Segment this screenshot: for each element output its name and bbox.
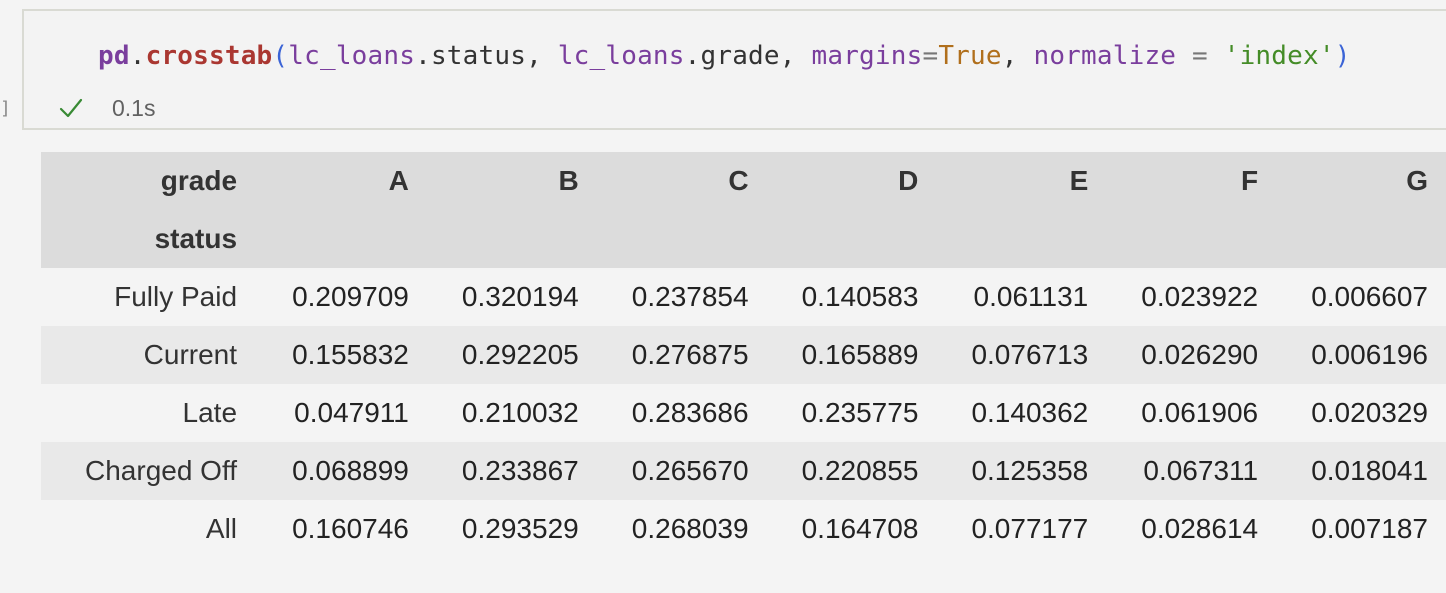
- table-cell: 0.160746: [292, 513, 409, 544]
- table-cell: 0.018041: [1311, 455, 1428, 486]
- table-cell: 0.210032: [461, 397, 579, 428]
- row-index-label: Charged Off: [85, 455, 238, 486]
- table-cell: 0.061131: [973, 281, 1089, 312]
- table-cell: 0.028614: [1141, 513, 1259, 544]
- table-cell: 0.007187: [1311, 513, 1428, 544]
- table-cell: 0.265670: [631, 455, 749, 486]
- table-cell: 0.293529: [461, 513, 579, 544]
- table-row: Late 0.047911 0.210032 0.283686 0.235775…: [41, 384, 1446, 442]
- table-cell: 0.067311: [1143, 455, 1259, 486]
- header-blank-cell: [257, 210, 427, 268]
- table-row: Fully Paid 0.209709 0.320194 0.237854 0.…: [41, 268, 1446, 326]
- table-cell: 0.283686: [631, 397, 749, 428]
- header-blank-cell: [1106, 210, 1276, 268]
- row-index-label: Late: [182, 397, 238, 428]
- table-cell: 0.140583: [801, 281, 919, 312]
- code-token-attribute: status: [430, 41, 527, 71]
- column-header: C: [728, 165, 749, 196]
- code-token-function: crosstab: [145, 41, 273, 71]
- row-index-label: Current: [143, 339, 238, 370]
- table-cell: 0.235775: [801, 397, 919, 428]
- row-index-label: All: [205, 513, 238, 544]
- execution-time: 0.1s: [112, 94, 156, 121]
- code-token-keyword-arg: margins: [811, 41, 923, 71]
- checkmark-icon: [59, 98, 83, 118]
- table-row: Charged Off 0.068899 0.233867 0.265670 0…: [41, 442, 1446, 500]
- column-header: B: [558, 165, 579, 196]
- column-header: F: [1240, 165, 1259, 196]
- execution-status: 0.1s: [58, 93, 155, 123]
- table-cell: 0.276875: [631, 339, 749, 370]
- code-token-dot: .: [129, 41, 146, 71]
- header-blank-cell: [936, 210, 1106, 268]
- table-row: All 0.160746 0.293529 0.268039 0.164708 …: [41, 500, 1446, 558]
- header-blank-cell: [597, 210, 767, 268]
- code-token-close-paren: ): [1334, 41, 1351, 71]
- table-cell: 0.125358: [971, 455, 1089, 486]
- table-body: Fully Paid 0.209709 0.320194 0.237854 0.…: [41, 268, 1446, 558]
- code-token-open-paren: (: [272, 41, 289, 71]
- header-blank-cell: [427, 210, 597, 268]
- table-cell: 0.047911: [294, 397, 409, 428]
- code-token-module: pd: [98, 41, 130, 71]
- code-token-equals: =: [922, 41, 939, 71]
- table-cell: 0.068899: [292, 455, 409, 486]
- table-cell: 0.237854: [631, 281, 749, 312]
- table-cell: 0.006196: [1311, 339, 1428, 370]
- table-cell: 0.006607: [1311, 281, 1428, 312]
- table-cell: 0.268039: [631, 513, 749, 544]
- code-token-variable: lc_loans: [557, 41, 685, 71]
- code-token-comma: ,: [1001, 41, 1034, 71]
- table-cell: 0.076713: [971, 339, 1089, 370]
- code-token-string: 'index': [1223, 41, 1335, 71]
- table-cell: 0.233867: [461, 455, 579, 486]
- header-blank-cell: [1276, 210, 1446, 268]
- table-cell: 0.020329: [1311, 397, 1428, 428]
- code-token-attribute: grade: [700, 41, 780, 71]
- table-cell: 0.061906: [1141, 397, 1259, 428]
- code-token-variable: lc_loans: [288, 41, 416, 71]
- table-cell: 0.140362: [971, 397, 1089, 428]
- code-token-keyword-arg: normalize: [1033, 41, 1177, 71]
- code-editor-line[interactable]: pd.crosstab(lc_loans.status, lc_loans.gr…: [98, 39, 1351, 73]
- table-cell: 0.209709: [292, 281, 409, 312]
- column-header: E: [1069, 165, 1089, 196]
- row-index-label: Fully Paid: [114, 281, 238, 312]
- cell-output: grade A B C D E F G status Fully Paid 0.…: [41, 152, 1446, 558]
- column-header: D: [898, 165, 919, 196]
- table-cell: 0.164708: [801, 513, 919, 544]
- header-blank-cell: [767, 210, 937, 268]
- code-token-constant: True: [938, 41, 1002, 71]
- table-cell: 0.220855: [801, 455, 919, 486]
- dataframe-table: grade A B C D E F G status Fully Paid 0.…: [41, 152, 1446, 558]
- code-token-comma: ,: [526, 41, 558, 71]
- code-cell[interactable]: pd.crosstab(lc_loans.status, lc_loans.gr…: [22, 9, 1446, 130]
- code-token-dot: .: [415, 41, 431, 71]
- column-header: A: [388, 165, 409, 196]
- index-name-label: status: [154, 223, 238, 254]
- header-row-index-name: status: [41, 210, 1446, 268]
- column-header: G: [1406, 165, 1428, 196]
- table-cell: 0.292205: [461, 339, 579, 370]
- header-row-columns: grade A B C D E F G: [41, 152, 1446, 210]
- code-token-comma: ,: [779, 41, 812, 71]
- code-token-equals: =: [1176, 41, 1224, 71]
- cell-bracket-marker[interactable]: ]: [0, 99, 11, 119]
- table-cell: 0.320194: [461, 281, 579, 312]
- notebook-page: ] pd.crosstab(lc_loans.status, lc_loans.…: [0, 0, 1446, 593]
- table-row: Current 0.155832 0.292205 0.276875 0.165…: [41, 326, 1446, 384]
- table-header: grade A B C D E F G status: [41, 152, 1446, 268]
- table-cell: 0.026290: [1141, 339, 1259, 370]
- table-cell: 0.155832: [292, 339, 409, 370]
- code-token-dot: .: [684, 41, 701, 71]
- columns-name-label: grade: [160, 165, 238, 196]
- table-cell: 0.077177: [971, 513, 1089, 544]
- table-cell: 0.165889: [801, 339, 919, 370]
- table-cell: 0.023922: [1141, 281, 1259, 312]
